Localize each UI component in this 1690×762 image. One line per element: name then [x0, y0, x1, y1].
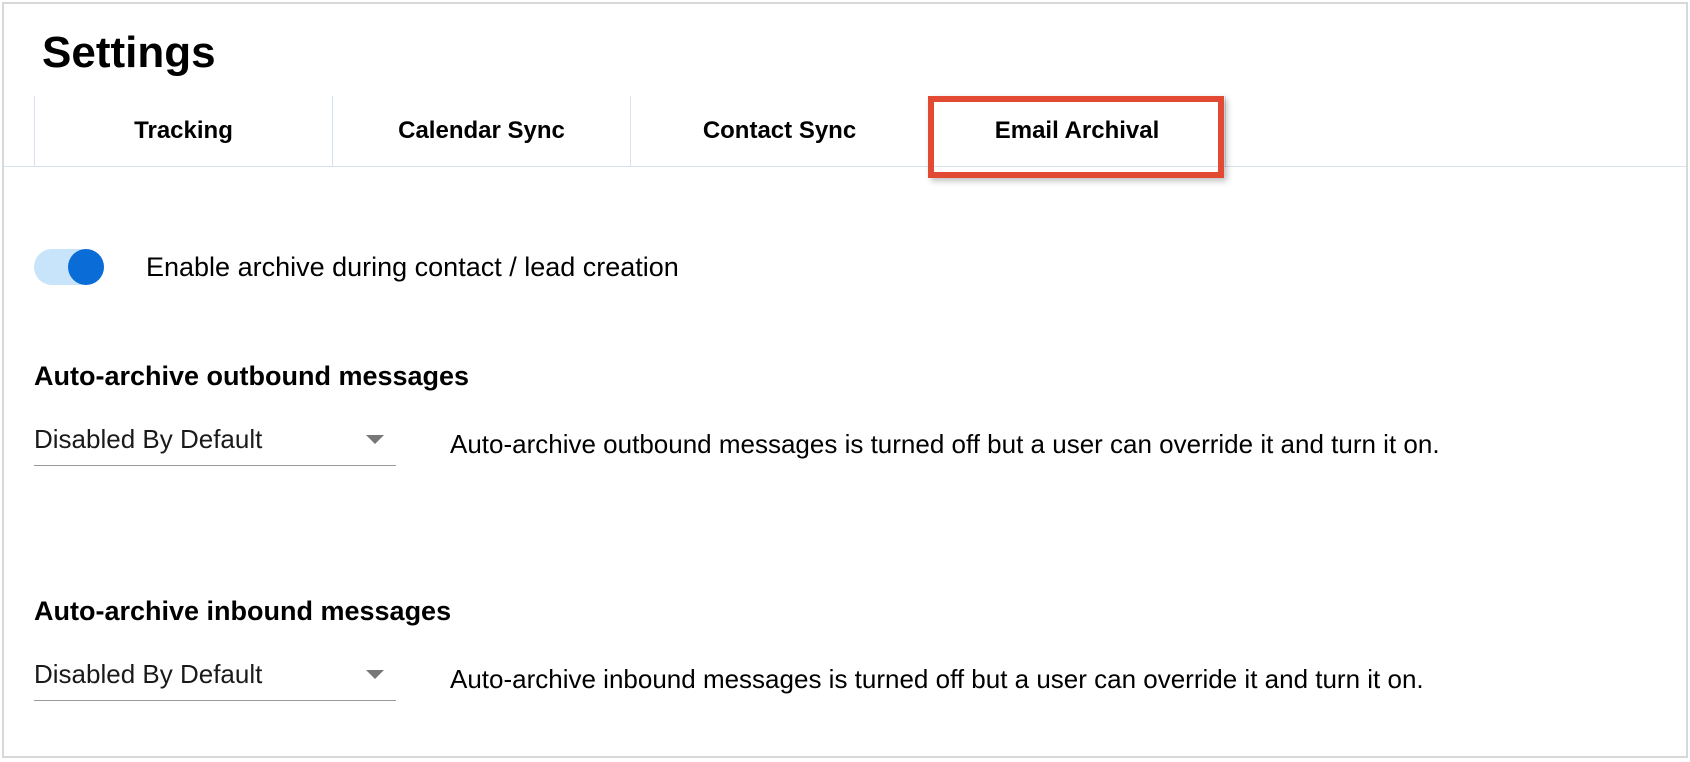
page-title: Settings — [4, 4, 1686, 96]
enable-archive-toggle[interactable] — [34, 249, 104, 285]
tab-email-archival[interactable]: Email Archival — [928, 96, 1226, 166]
outbound-select[interactable]: Disabled By Default — [34, 422, 396, 466]
chevron-down-icon — [366, 670, 384, 679]
enable-archive-label: Enable archive during contact / lead cre… — [146, 252, 679, 283]
inbound-description: Auto-archive inbound messages is turned … — [426, 664, 1656, 695]
outbound-description: Auto-archive outbound messages is turned… — [426, 429, 1656, 460]
tab-calendar-sync[interactable]: Calendar Sync — [332, 96, 630, 166]
inbound-heading: Auto-archive inbound messages — [34, 596, 1656, 627]
inbound-select-row: Disabled By Default Auto-archive inbound… — [34, 657, 1656, 701]
toggle-knob — [68, 249, 104, 285]
tabs-row: Tracking Calendar Sync Contact Sync Emai… — [4, 96, 1686, 167]
tab-label: Email Archival — [995, 117, 1160, 145]
outbound-section: Auto-archive outbound messages Disabled … — [34, 361, 1656, 466]
content-area: Enable archive during contact / lead cre… — [4, 167, 1686, 701]
tab-tracking[interactable]: Tracking — [34, 96, 332, 166]
tab-label: Contact Sync — [703, 117, 856, 145]
inbound-select-value: Disabled By Default — [34, 659, 262, 690]
enable-archive-row: Enable archive during contact / lead cre… — [34, 249, 1656, 285]
tab-label: Calendar Sync — [398, 117, 565, 145]
outbound-select-row: Disabled By Default Auto-archive outboun… — [34, 422, 1656, 466]
tab-label: Tracking — [134, 117, 233, 145]
outbound-select-value: Disabled By Default — [34, 424, 262, 455]
chevron-down-icon — [366, 435, 384, 444]
tab-contact-sync[interactable]: Contact Sync — [630, 96, 928, 166]
inbound-section: Auto-archive inbound messages Disabled B… — [34, 596, 1656, 701]
inbound-select[interactable]: Disabled By Default — [34, 657, 396, 701]
outbound-heading: Auto-archive outbound messages — [34, 361, 1656, 392]
settings-panel: Settings Tracking Calendar Sync Contact … — [2, 2, 1688, 758]
